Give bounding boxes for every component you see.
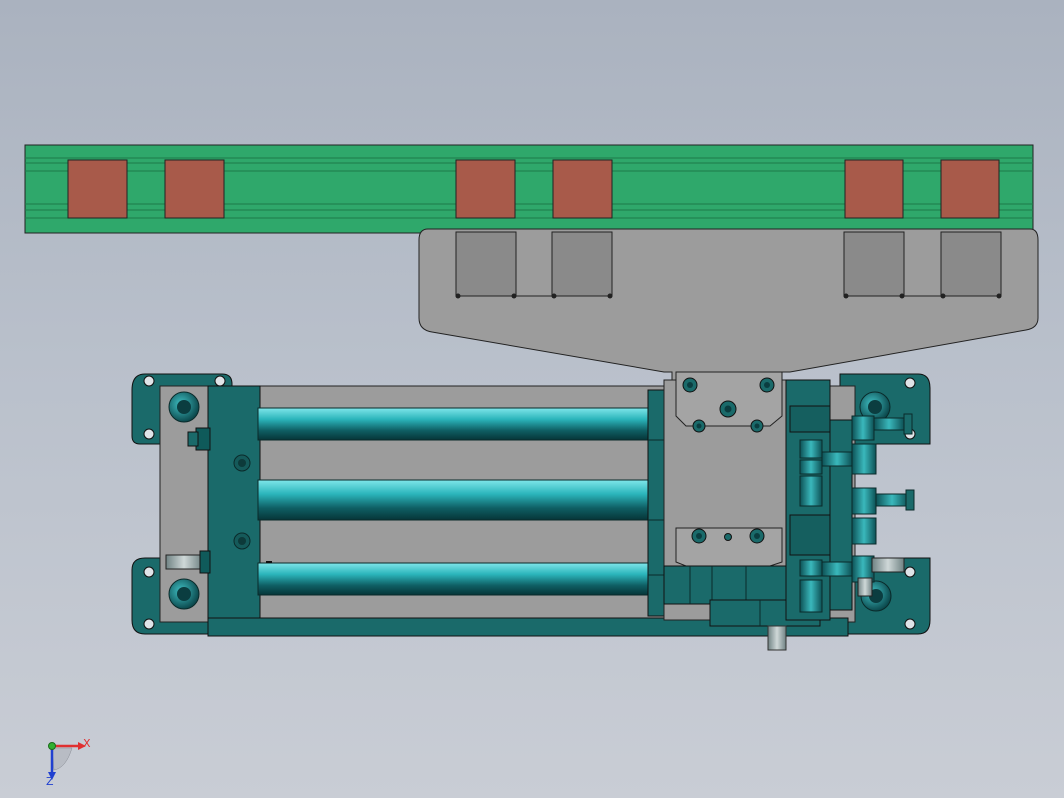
triad-x-label: X — [83, 737, 91, 750]
orientation-triad: X Z — [46, 737, 91, 788]
carriage-plate — [418, 228, 1039, 397]
air-fitting — [851, 517, 877, 545]
rail-block — [552, 159, 613, 219]
air-fitting — [851, 487, 877, 515]
air-fitting — [799, 439, 823, 459]
rail-block — [844, 159, 904, 219]
air-fitting — [875, 493, 909, 507]
triad-y-axis — [48, 742, 56, 750]
cad-viewport[interactable]: X Z — [0, 0, 1064, 798]
guide-rods — [257, 407, 651, 596]
air-fitting — [851, 443, 877, 475]
air-fitting — [873, 417, 905, 431]
air-fitting — [799, 459, 823, 475]
right-stop-pin — [871, 557, 905, 573]
triad-z-label: Z — [46, 775, 54, 788]
air-fitting — [799, 579, 823, 613]
air-fitting — [799, 559, 823, 577]
air-fitting — [851, 415, 875, 441]
rail-block — [67, 159, 128, 219]
air-fitting — [799, 475, 823, 507]
rail-block — [940, 159, 1000, 219]
rail-block — [455, 159, 516, 219]
air-fitting — [821, 561, 853, 577]
air-fitting — [821, 451, 853, 467]
cad-model: X Z — [24, 144, 1039, 788]
rail-block — [164, 159, 225, 219]
